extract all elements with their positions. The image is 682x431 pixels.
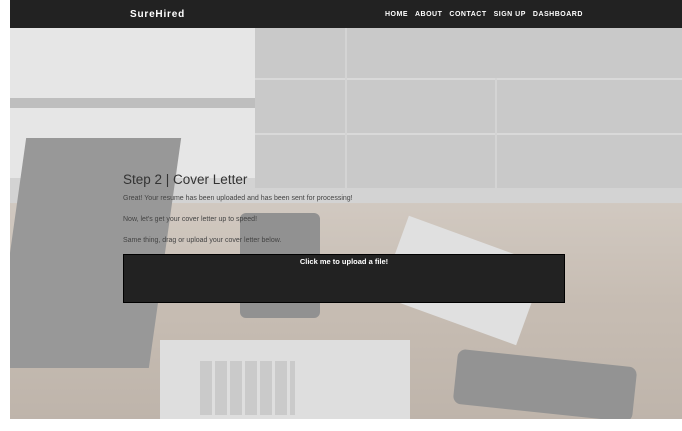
brand-logo[interactable]: SureHired: [130, 9, 185, 20]
page-title: Step 2 | Cover Letter: [123, 172, 248, 187]
nav-dashboard-link[interactable]: DASHBOARD: [533, 11, 583, 18]
nav-home-link[interactable]: HOME: [385, 11, 408, 18]
status-message: Great! Your resume has been uploaded and…: [123, 195, 353, 202]
upload-step-content: Step 2 | Cover Letter Great! Your resume…: [123, 172, 568, 303]
upload-button-label[interactable]: Click me to upload a file!: [124, 257, 564, 266]
instruction-text: Now, let's get your cover letter up to s…: [123, 216, 258, 223]
nav-links: HOME ABOUT CONTACT SIGN UP DASHBOARD: [385, 11, 583, 18]
nav-about-link[interactable]: ABOUT: [415, 11, 442, 18]
file-upload-dropzone[interactable]: Click me to upload a file!: [123, 254, 565, 303]
hero-section: Step 2 | Cover Letter Great! Your resume…: [10, 28, 682, 419]
instruction-text: Same thing, drag or upload your cover le…: [123, 237, 282, 244]
nav-contact-link[interactable]: CONTACT: [449, 11, 486, 18]
top-navbar: SureHired HOME ABOUT CONTACT SIGN UP DAS…: [10, 0, 682, 28]
nav-signup-link[interactable]: SIGN UP: [494, 11, 526, 18]
